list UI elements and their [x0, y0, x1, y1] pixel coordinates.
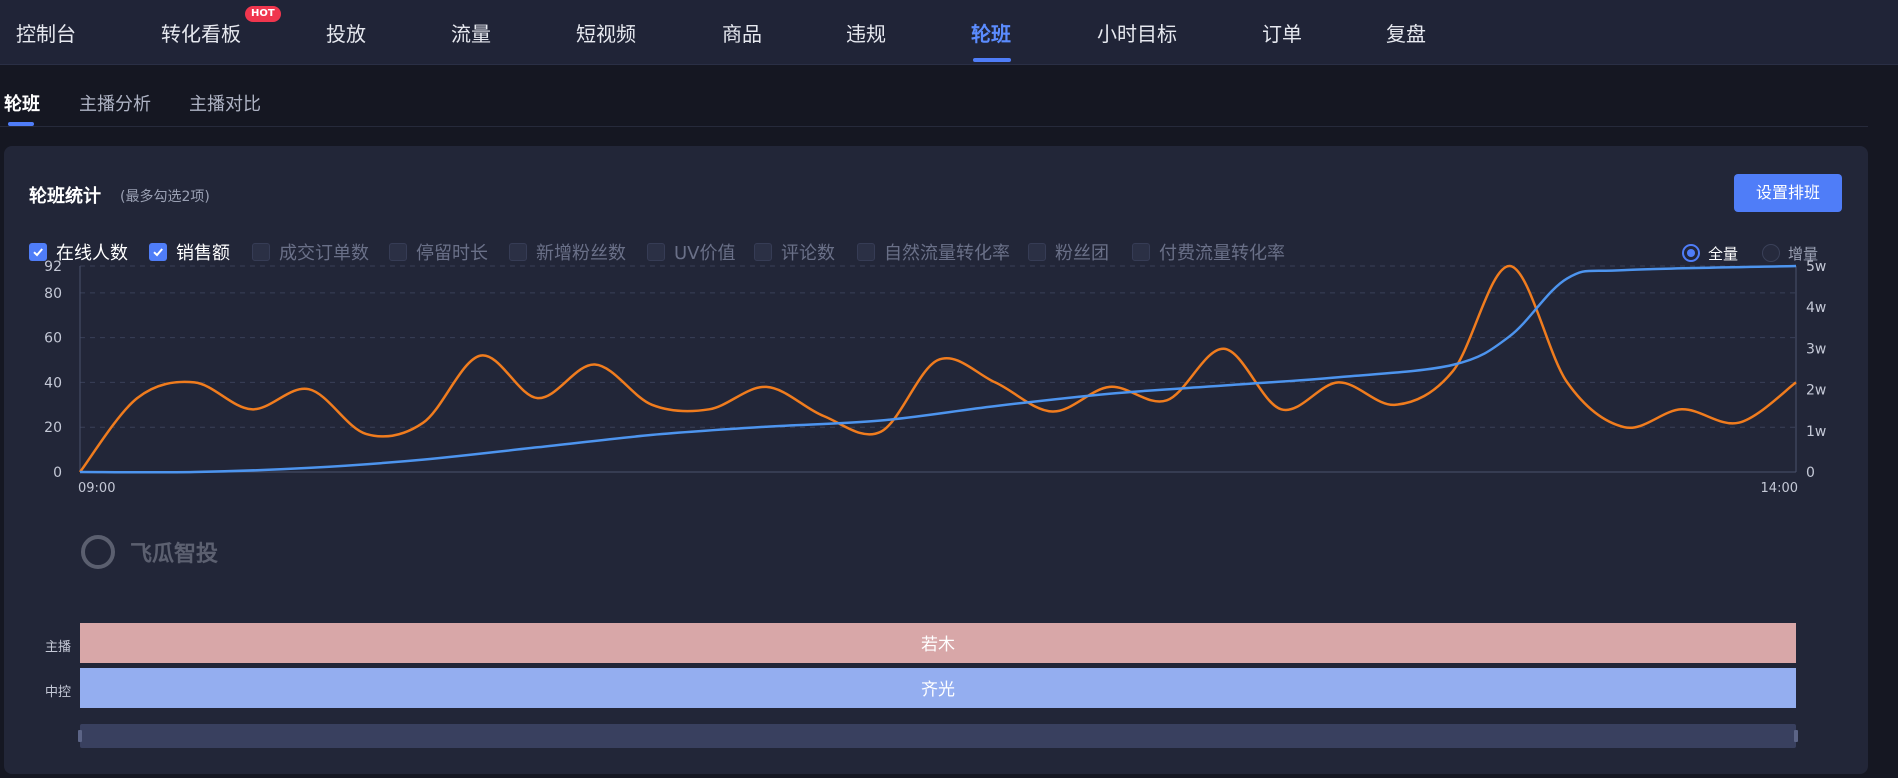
nav-item-orders[interactable]: 订单: [1262, 18, 1302, 47]
online-users-series-line: [79, 264, 1797, 473]
metric-checkbox-natural-conversion[interactable]: 自然流量转化率: [857, 240, 1010, 264]
zoom-slider-track[interactable]: [80, 724, 1796, 748]
x-tick-label: 14:00: [1761, 481, 1798, 496]
y-left-tick-label: 40: [44, 375, 62, 391]
checkbox-icon: [509, 243, 527, 261]
panel-hint: (最多勾选2项): [120, 189, 210, 205]
nav-item-short-video[interactable]: 短视频: [576, 18, 636, 47]
y-right-tick-label: 0: [1806, 465, 1815, 481]
y-left-tick-label: 80: [44, 286, 62, 302]
metric-checkbox-dwell-time[interactable]: 停留时长: [389, 240, 488, 264]
metric-label: 评论数: [781, 243, 835, 264]
checkbox-icon: [857, 243, 875, 261]
nav-item-violations[interactable]: 违规: [846, 18, 886, 47]
checkbox-icon: [1028, 243, 1046, 261]
metric-label: 在线人数: [56, 243, 128, 264]
panel-title: 轮班统计: [29, 186, 101, 207]
watermark: 飞瓜智投: [81, 535, 218, 569]
subtab-shifts[interactable]: 轮班: [4, 90, 40, 116]
watermark-logo-icon: [81, 535, 115, 569]
checkbox-icon: [389, 243, 407, 261]
nav-item-console[interactable]: 控制台: [16, 18, 76, 47]
x-axis: 09:00 14:00: [78, 471, 1798, 496]
metric-label: 粉丝团: [1055, 243, 1109, 264]
y-right-tick-label: 3w: [1806, 341, 1826, 357]
nav-item-products[interactable]: 商品: [722, 18, 762, 47]
radio-selected-icon: [1682, 244, 1700, 262]
nav-item-conversion-board[interactable]: 转化看板: [161, 18, 241, 47]
checkbox-icon: [252, 243, 270, 261]
metric-checkbox-online[interactable]: 在线人数: [29, 240, 128, 264]
metric-label: 自然流量转化率: [884, 243, 1010, 264]
chart-series: [79, 264, 1797, 474]
schedule-bar-control-name: 齐光: [921, 680, 955, 700]
nav-item-hourly-goal[interactable]: 小时目标: [1097, 18, 1177, 47]
checkbox-icon: [1132, 243, 1150, 261]
schedule-row-label-control: 中控: [45, 685, 71, 700]
zoom-slider-right-handle[interactable]: [1794, 730, 1798, 742]
y-left-tick-label: 20: [44, 420, 62, 436]
chart-grid: [80, 265, 1796, 473]
y-right-tick-label: 2w: [1806, 383, 1826, 399]
x-tick-label: 09:00: [78, 481, 115, 496]
zoom-slider-left-handle[interactable]: [78, 730, 82, 742]
metric-checkbox-paid-conversion[interactable]: 付费流量转化率: [1132, 240, 1285, 264]
mode-radio-total[interactable]: 全量: [1682, 242, 1738, 264]
metric-label: 销售额: [176, 243, 230, 264]
shift-stats-panel: 轮班统计 (最多勾选2项) 设置排班 在线人数 销售额 成交订单数 停留时长 新…: [4, 146, 1868, 774]
mode-label: 增量: [1788, 244, 1819, 263]
metric-label: 成交订单数: [279, 243, 369, 264]
mode-label: 全量: [1708, 244, 1739, 263]
nav-item-shifts[interactable]: 轮班: [971, 18, 1011, 47]
checkbox-checked-icon: [29, 243, 47, 261]
metric-checkbox-fan-club[interactable]: 粉丝团: [1028, 240, 1109, 264]
metric-checkbox-new-fans[interactable]: 新增粉丝数: [509, 240, 626, 264]
metric-label: 停留时长: [416, 243, 488, 264]
hot-badge: HOT: [245, 6, 281, 22]
top-nav: 控制台 转化看板 HOT 投放 流量 短视频 商品 违规 轮班 小时目标 订单 …: [0, 0, 1898, 65]
mode-radio-increment[interactable]: 增量: [1762, 242, 1818, 264]
metric-label: UV价值: [674, 243, 736, 264]
nav-item-traffic[interactable]: 流量: [451, 18, 491, 47]
checkbox-icon: [754, 243, 772, 261]
y-left-tick-label: 0: [53, 465, 62, 481]
watermark-text: 飞瓜智投: [130, 541, 218, 567]
schedule-bar-anchor-name: 若木: [921, 635, 955, 655]
nav-item-review[interactable]: 复盘: [1386, 18, 1426, 47]
y-axis-left: 02040608092: [44, 259, 81, 481]
nav-active-indicator: [973, 58, 1011, 62]
schedule-row-label-anchor: 主播: [45, 640, 71, 655]
metric-checkbox-comments[interactable]: 评论数: [754, 240, 835, 264]
schedule-bar-anchor[interactable]: [80, 623, 1796, 663]
subtab-anchor-analysis[interactable]: 主播分析: [79, 90, 151, 116]
metric-label: 新增粉丝数: [536, 243, 626, 264]
sub-nav: 轮班 主播分析 主播对比: [0, 64, 1868, 127]
set-schedule-button[interactable]: 设置排班: [1734, 174, 1842, 212]
y-right-tick-label: 4w: [1806, 300, 1826, 316]
checkbox-icon: [647, 243, 665, 261]
y-right-tick-label: 1w: [1806, 424, 1826, 440]
sales-series-line: [79, 264, 1797, 474]
nav-item-ads[interactable]: 投放: [326, 18, 366, 47]
metric-label: 付费流量转化率: [1159, 243, 1285, 264]
y-axis-right: 01w2w3w4w5w: [1795, 259, 1826, 481]
metric-checkbox-orders[interactable]: 成交订单数: [252, 240, 369, 264]
schedule-bar-control[interactable]: [80, 668, 1796, 708]
metric-checkbox-uv-value[interactable]: UV价值: [647, 240, 736, 264]
checkbox-checked-icon: [149, 243, 167, 261]
subtab-active-indicator: [8, 122, 34, 126]
radio-icon: [1762, 244, 1780, 262]
metric-checkbox-sales[interactable]: 销售额: [149, 240, 230, 264]
subtab-anchor-compare[interactable]: 主播对比: [189, 90, 261, 116]
y-left-tick-label: 60: [44, 331, 62, 347]
